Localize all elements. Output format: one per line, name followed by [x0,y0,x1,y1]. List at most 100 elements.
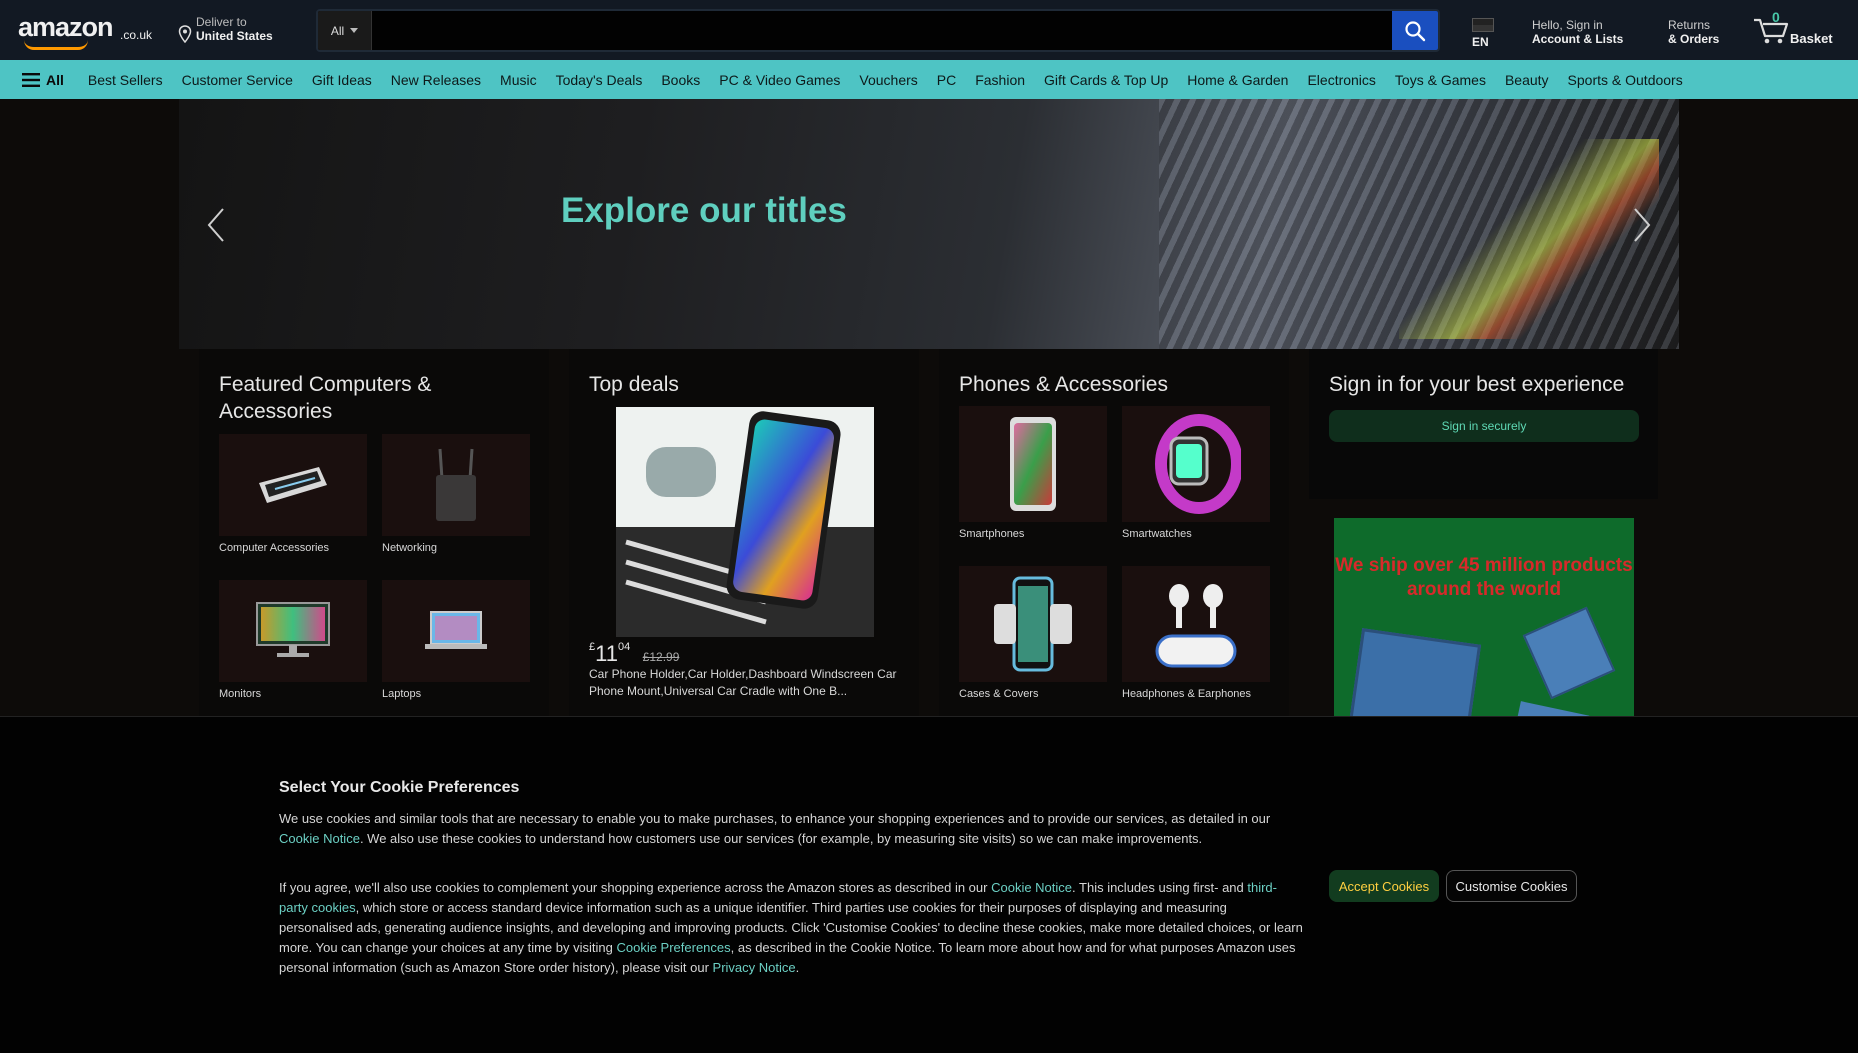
customise-cookies-button[interactable]: Customise Cookies [1446,870,1577,902]
tile-caption: Smartwatches [1122,528,1192,540]
top-header: amazon .co.uk Deliver to United States A… [0,0,1858,60]
price-whole: 11 [595,641,618,666]
cookie-preferences-link[interactable]: Cookie Preferences [616,940,730,955]
earbuds-image [1122,566,1270,682]
tile-caption: Laptops [382,688,422,700]
nav-link-home-garden[interactable]: Home & Garden [1187,72,1288,88]
hamburger-icon [22,72,40,87]
basket-label: Basket [1790,31,1833,46]
tile-computer-accessories[interactable]: Computer Accessories [219,434,367,554]
returns-and-orders[interactable]: Returns & Orders [1668,18,1719,46]
nav-link-vouchers[interactable]: Vouchers [859,72,917,88]
monitor-image [219,580,367,682]
nav-link-pc-video-games[interactable]: PC & Video Games [719,72,840,88]
search-icon [1405,20,1426,41]
account-and-lists[interactable]: Hello, Sign in Account & Lists [1532,18,1623,46]
language-selector[interactable]: EN [1472,18,1494,49]
account-greeting: Hello, Sign in [1532,18,1603,32]
hero-title: Explore our titles [561,191,847,230]
orders-label: & Orders [1668,32,1720,46]
cookie-notice-link[interactable]: Cookie Notice [991,880,1072,895]
search-bar: All [316,9,1440,52]
tile-monitors[interactable]: Monitors [219,580,367,700]
nav-link-books[interactable]: Books [661,72,700,88]
smartwatch-image [1122,406,1270,522]
price-was: £12.99 [642,650,680,664]
shipping-ad-banner[interactable]: We ship over 45 million products around … [1334,518,1634,718]
tile-caption: Cases & Covers [959,688,1039,700]
card-featured-computers: Featured Computers & Accessories Compute… [199,349,549,717]
cookie-text: . This includes using first- and [1072,880,1248,895]
nav-link-customer-service[interactable]: Customer Service [182,72,293,88]
nav-link-electronics[interactable]: Electronics [1307,72,1375,88]
basket-count: 0 [1772,9,1780,25]
returns-label: Returns [1668,18,1711,32]
deal-description[interactable]: Car Phone Holder,Car Holder,Dashboard Wi… [589,666,901,700]
cookie-notice-link[interactable]: Cookie Notice [279,831,360,846]
tile-caption: Computer Accessories [219,542,330,554]
nav-link-music[interactable]: Music [500,72,537,88]
search-category-label: All [330,23,345,38]
cookie-consent-banner: Select Your Cookie Preferences We use co… [0,716,1858,1053]
cookie-text: We use cookies and similar tools that ar… [279,811,1271,826]
signin-card: Sign in for your best experience Sign in… [1309,349,1658,499]
search-input[interactable] [372,11,1392,50]
tile-networking[interactable]: Networking [382,434,530,554]
chevron-down-icon [350,28,359,33]
nav-link-fashion[interactable]: Fashion [975,72,1025,88]
tile-smartphones[interactable]: Smartphones [959,406,1107,540]
signin-title: Sign in for your best experience [1329,373,1625,396]
cookie-paragraph-2: If you agree, we'll also use cookies to … [279,878,1304,978]
cookie-text: If you agree, we'll also use cookies to … [279,880,992,895]
nav-link-pc[interactable]: PC [937,72,956,88]
tile-cases-covers[interactable]: Cases & Covers [959,566,1107,700]
signin-button[interactable]: Sign in securely [1329,410,1639,442]
smartphone-image [959,406,1107,522]
privacy-notice-link[interactable]: Privacy Notice [713,960,796,975]
cookie-title: Select Your Cookie Preferences [279,779,520,796]
tile-caption: Monitors [219,688,262,700]
nav-link-new-releases[interactable]: New Releases [391,72,481,88]
accept-cookies-button[interactable]: Accept Cookies [1329,870,1439,902]
account-lists-label: Account & Lists [1532,32,1624,46]
package-icon [1522,606,1616,700]
nav-link-toys-games[interactable]: Toys & Games [1395,72,1486,88]
nav-link-sports-outdoors[interactable]: Sports & Outdoors [1568,72,1683,88]
router-image [382,434,530,536]
tile-headphones-earphones[interactable]: Headphones & Earphones [1122,566,1270,700]
hero-carousel[interactable]: Explore our titles [179,99,1679,349]
logo-text: amazon [18,12,114,42]
nav-link-todays-deals[interactable]: Today's Deals [556,72,643,88]
cookie-text: . We also use these cookies to understan… [359,831,1203,846]
shipping-ad-text: We ship over 45 million products around … [1335,555,1633,600]
card-title: Phones & Accessories [959,373,1168,396]
cart-icon [1754,18,1789,44]
tile-caption: Smartphones [959,528,1025,540]
nav-link-beauty[interactable]: Beauty [1505,72,1549,88]
tile-laptops[interactable]: Laptops [382,580,530,700]
search-button[interactable] [1392,11,1438,50]
logo-tld: .co.uk [120,28,153,42]
tile-caption: Headphones & Earphones [1122,688,1252,700]
nav-link-gift-ideas[interactable]: Gift Ideas [312,72,372,88]
cookie-paragraph-1: We use cookies and similar tools that ar… [279,809,1304,849]
nav-link-best-sellers[interactable]: Best Sellers [88,72,163,88]
cookie-text: . [795,960,800,975]
search-category-dropdown[interactable]: All [318,11,372,50]
amazon-logo[interactable]: amazon .co.uk [18,10,160,50]
carousel-next-arrow-icon[interactable] [1631,205,1653,245]
laptop-image [382,580,530,682]
tile-caption: Networking [382,542,438,554]
nav-link-gift-cards[interactable]: Gift Cards & Top Up [1044,72,1168,88]
deliver-to-location[interactable]: Deliver to United States [178,15,273,43]
phone-case-image [959,566,1107,682]
flag-icon [1472,18,1494,32]
category-nav: All Best Sellers Customer Service Gift I… [0,60,1858,99]
hero-accent-image [1399,139,1659,339]
card-title: Featured Computers & Accessories [219,373,432,423]
deal-product-image[interactable] [616,407,874,637]
carousel-prev-arrow-icon[interactable] [205,205,227,245]
basket-button[interactable]: 0 Basket [1752,10,1848,50]
all-menu-button[interactable]: All [22,72,64,88]
tile-smartwatches[interactable]: Smartwatches [1122,406,1270,540]
